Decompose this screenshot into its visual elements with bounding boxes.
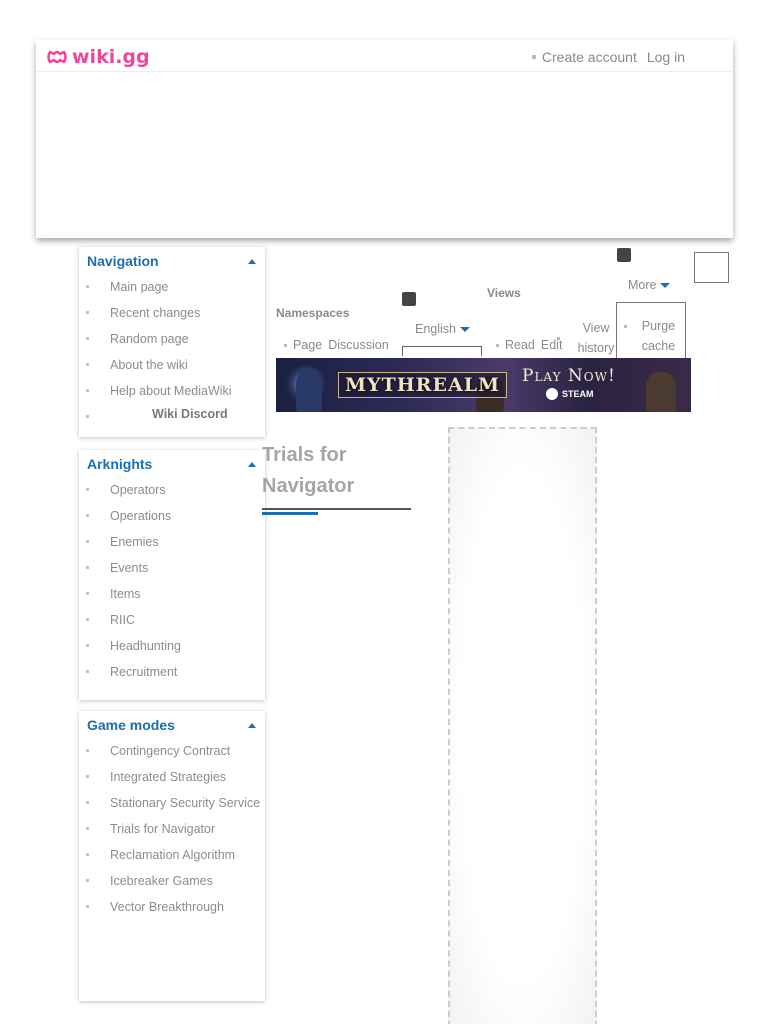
create-account-label: Create account [541,49,637,65]
sidebar-item-random-page[interactable]: Random page [79,329,265,355]
sidebar-item-contingency-contract[interactable]: Contingency Contract [79,741,265,767]
language-label: English [415,322,456,336]
sidebar-item-enemies[interactable]: Enemies [79,532,265,558]
sidebar-game-modes: Game modes Contingency Contract Integrat… [79,711,265,1001]
sidebar-item-operators[interactable]: Operators [79,480,265,506]
logo-text: wiki.gg [72,46,150,68]
banner-platform: STEAM [546,388,594,400]
sidebar-item-riic[interactable]: RIIC [79,610,265,636]
sidebar-item-main-page[interactable]: Main page [79,277,265,303]
sidebar-game-modes-title[interactable]: Game modes [79,711,265,739]
more-menu[interactable]: More [628,278,671,292]
purge-cache-item[interactable]: Purge cache [624,316,678,356]
search-box[interactable] [694,252,729,283]
bullet-icon [624,325,627,329]
sidebar-item-integrated-strategies[interactable]: Integrated Strategies [79,767,265,793]
collapse-arrow-icon[interactable] [248,723,256,728]
sidebar-navigation: Navigation Main page Recent changes Rand… [79,247,265,437]
sidebar-item-headhunting[interactable]: Headhunting [79,636,265,662]
ad-banner[interactable]: MYTHREALM Play Now! STEAM [276,358,691,412]
language-dropdown-frame [402,346,482,356]
steam-icon [546,388,558,400]
sidebar-item-about[interactable]: About the wiki [79,355,265,381]
sidebar-item-events[interactable]: Events [79,558,265,584]
create-account-link[interactable]: Create account [531,49,637,65]
banner-character-left [296,368,322,412]
site-logo[interactable]: wiki.gg [46,46,150,68]
header-strip: wiki.gg Create account Log in [36,40,733,72]
sidebar-item-operations[interactable]: Operations [79,506,265,532]
sidebar-item-stationary-security-service[interactable]: Stationary Security Service [79,793,265,819]
bullet-icon [531,55,536,59]
sidebar-item-recruitment[interactable]: Recruitment [79,662,265,688]
sidebar-item-help[interactable]: Help about MediaWiki [79,381,265,407]
view-tabs: Read Edit [496,338,562,352]
namespaces-heading: Namespaces [276,306,350,320]
ad-slot-placeholder [448,427,597,1024]
sidebar-item-icebreaker-games[interactable]: Icebreaker Games [79,871,265,897]
wiki-gg-logo-icon [47,50,67,64]
sidebar-item-trials-for-navigator[interactable]: Trials for Navigator [79,819,265,845]
views-heading: Views [487,286,521,300]
bullet-icon [557,336,560,340]
site-header: wiki.gg Create account Log in [36,40,733,238]
personal-tools: Create account Log in [531,49,685,65]
log-in-label: Log in [646,49,685,65]
collapse-arrow-icon[interactable] [248,259,256,264]
purge-cache-label: Purge cache [641,319,676,353]
sidebar-item-wiki-discord[interactable]: Wiki Discord [79,407,265,423]
banner-title: MYTHREALM [338,372,508,398]
sidebar-item-reclamation-algorithm[interactable]: Reclamation Algorithm [79,845,265,871]
sidebar-item-recent-changes[interactable]: Recent changes [79,303,265,329]
title-underline [262,508,411,510]
title-accent-bar [262,512,318,515]
log-in-link[interactable]: Log in [647,49,685,65]
bullet-icon [284,343,287,347]
banner-character-right [646,372,676,412]
sidebar-arknights: Arknights Operators Operations Enemies E… [79,450,265,700]
banner-cta: Play Now! [522,366,616,386]
collapse-arrow-icon[interactable] [248,462,256,467]
page-title: Trials for Navigator [262,444,355,497]
namespaces-toggle-icon[interactable] [402,292,416,306]
chevron-down-icon [660,282,671,288]
sidebar-item-vector-breakthrough[interactable]: Vector Breakthrough [79,897,265,923]
sidebar-navigation-title[interactable]: Navigation [79,247,265,275]
more-label: More [628,278,657,292]
sidebar-item-items[interactable]: Items [79,584,265,610]
chevron-down-icon [460,326,470,332]
namespace-tabs: Page Discussion [284,338,389,352]
bullet-icon [496,343,499,347]
banner-platform-label: STEAM [562,389,594,399]
tab-discussion[interactable]: Discussion [328,338,388,352]
tab-page[interactable]: Page [293,338,322,352]
language-selector[interactable]: English [415,322,470,336]
sidebar-arknights-title[interactable]: Arknights [79,450,265,478]
views-toggle-icon[interactable] [617,248,631,262]
tab-read[interactable]: Read [505,338,535,352]
